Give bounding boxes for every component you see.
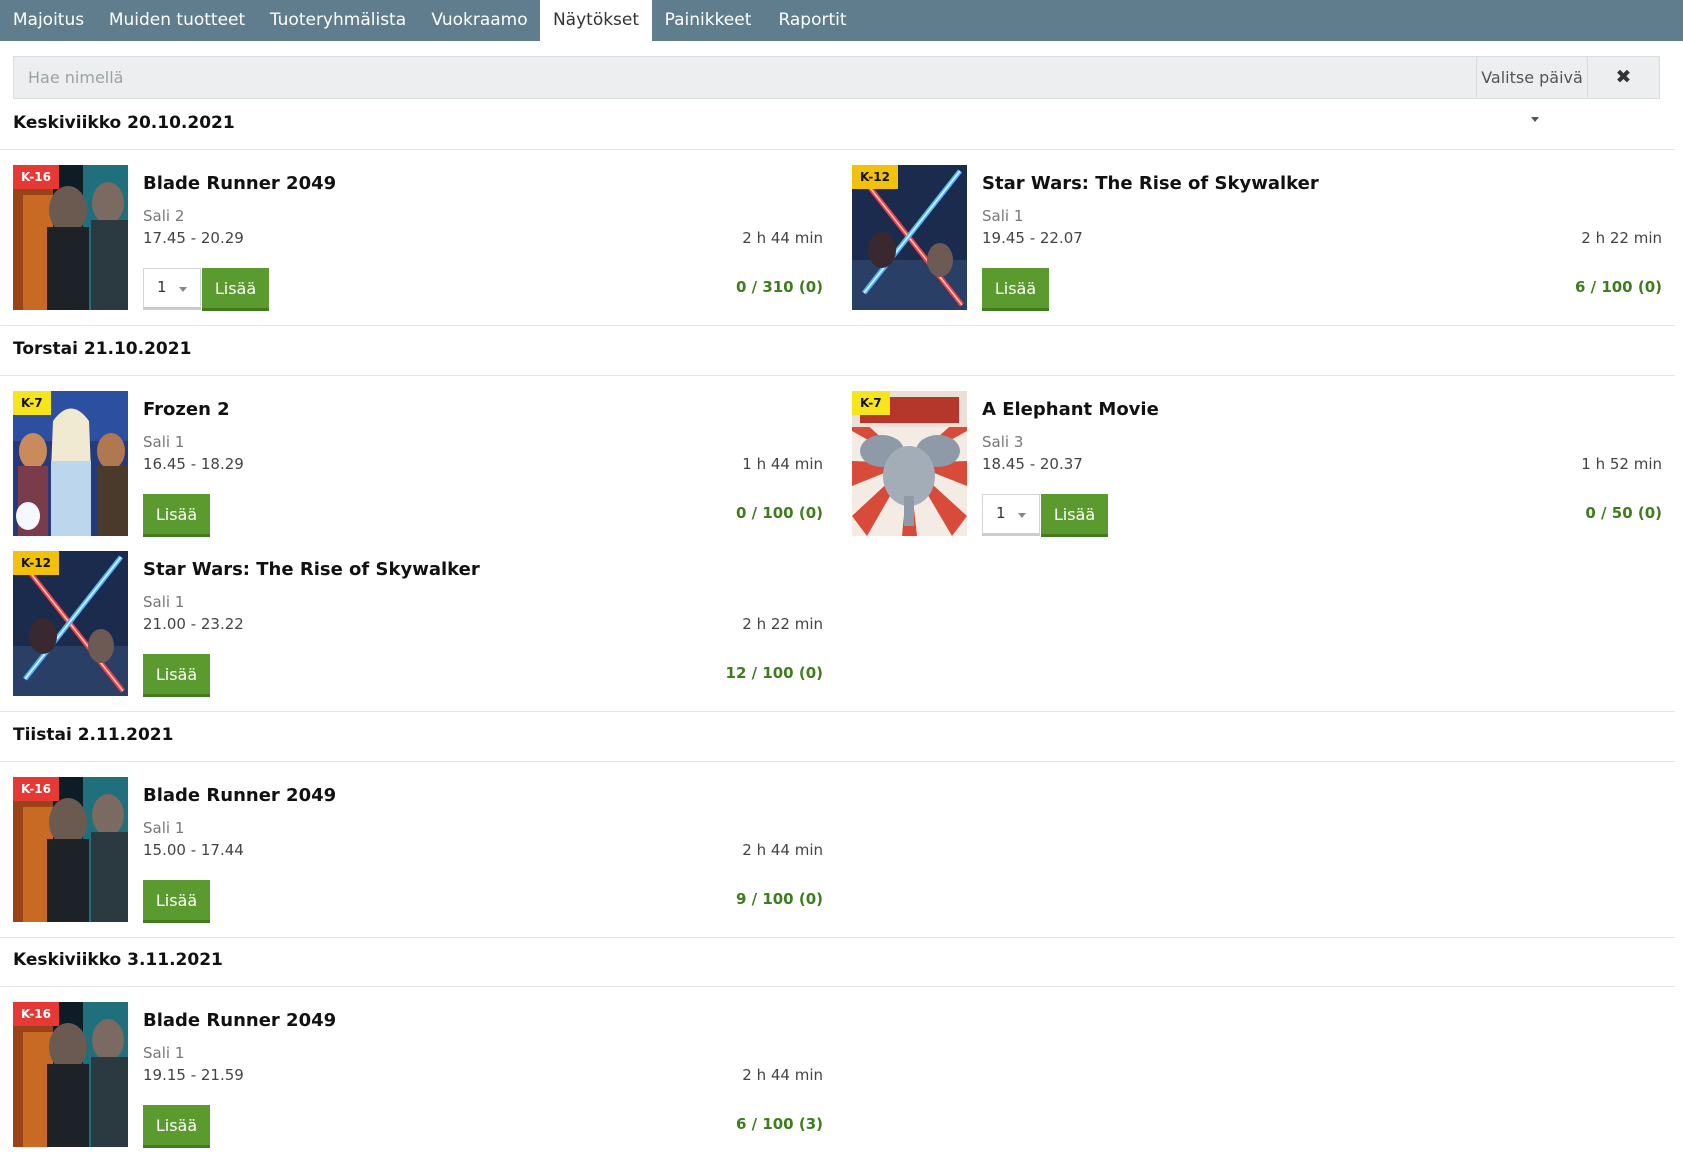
- seat-availability: 0 / 100 (0): [735, 504, 823, 522]
- quantity-value: 1: [157, 278, 167, 296]
- add-button[interactable]: Lisää: [1041, 494, 1108, 537]
- seat-availability: 0 / 50 (0): [1585, 504, 1662, 522]
- divider: [0, 986, 1675, 987]
- showing-card: K-16 Blade Runner 2049 Sali 1 19.15 - 21…: [13, 1002, 823, 1148]
- movie-title: Frozen 2: [143, 399, 230, 420]
- age-rating-badge: K-16: [13, 1002, 59, 1026]
- showing-card: K-7 A Elephant Movie Sali 3 18.45 - 20.3…: [852, 391, 1662, 537]
- movie-title: Star Wars: The Rise of Skywalker: [143, 559, 480, 580]
- show-time: 18.45 - 20.37: [982, 455, 1083, 473]
- day-header: Torstai 21.10.2021: [13, 339, 192, 359]
- age-rating-badge: K-16: [13, 777, 59, 801]
- show-time: 21.00 - 23.22: [143, 615, 244, 633]
- divider: [0, 937, 1675, 938]
- showing-card: K-16 Blade Runner 2049 Sali 1 15.00 - 17…: [13, 777, 823, 923]
- hall-name: Sali 1: [143, 433, 185, 451]
- day-header: Keskiviikko 3.11.2021: [13, 950, 223, 970]
- seat-availability: 0 / 310 (0): [735, 278, 823, 296]
- date-select-label: Valitse päivä: [1481, 68, 1583, 87]
- movie-title: A Elephant Movie: [982, 399, 1159, 420]
- add-button[interactable]: Lisää: [143, 494, 210, 537]
- duration: 2 h 44 min: [742, 841, 823, 859]
- movie-poster: K-12: [852, 165, 967, 310]
- hall-name: Sali 1: [143, 1044, 185, 1062]
- movie-poster: K-7: [13, 391, 128, 536]
- hall-name: Sali 1: [982, 207, 1024, 225]
- tab-vuokraamo[interactable]: Vuokraamo: [419, 0, 540, 41]
- seat-availability: 6 / 100 (3): [735, 1115, 823, 1133]
- quantity-value: 1: [996, 504, 1006, 522]
- hall-name: Sali 2: [143, 207, 185, 225]
- search-input[interactable]: [14, 57, 1476, 98]
- day-header: Keskiviikko 20.10.2021: [13, 113, 235, 133]
- hall-name: Sali 1: [143, 819, 185, 837]
- movie-poster: K-16: [13, 1002, 128, 1147]
- duration: 2 h 44 min: [742, 1066, 823, 1084]
- showing-card: K-12 Star Wars: The Rise of Skywalker Sa…: [852, 165, 1662, 311]
- movie-title: Star Wars: The Rise of Skywalker: [982, 173, 1319, 194]
- movie-poster: K-16: [13, 165, 128, 310]
- tab-tuoteryhmalista[interactable]: Tuoteryhmälista: [257, 0, 419, 41]
- divider: [0, 325, 1675, 326]
- age-rating-badge: K-12: [852, 165, 898, 189]
- divider: [0, 711, 1675, 712]
- divider: [0, 375, 1675, 376]
- quantity-select[interactable]: 1: [982, 494, 1040, 536]
- show-time: 19.45 - 22.07: [982, 229, 1083, 247]
- clear-search-button[interactable]: ✖: [1587, 57, 1659, 98]
- divider: [0, 149, 1675, 150]
- movie-title: Blade Runner 2049: [143, 785, 337, 806]
- add-button[interactable]: Lisää: [143, 880, 210, 923]
- age-rating-badge: K-7: [852, 391, 890, 415]
- tab-muiden-tuotteet[interactable]: Muiden tuotteet: [97, 0, 257, 41]
- add-button[interactable]: Lisää: [143, 654, 210, 697]
- duration: 1 h 44 min: [742, 455, 823, 473]
- duration: 2 h 44 min: [742, 229, 823, 247]
- showing-card: K-7 Frozen 2 Sali 1 16.45 - 18.29 1 h 44…: [13, 391, 823, 537]
- tab-naytokset[interactable]: Näytökset: [540, 0, 652, 41]
- tab-raportit[interactable]: Raportit: [764, 0, 861, 41]
- hall-name: Sali 1: [143, 593, 185, 611]
- seat-availability: 9 / 100 (0): [735, 890, 823, 908]
- search-bar: Valitse päivä ✖: [13, 56, 1660, 122]
- close-icon: ✖: [1615, 66, 1632, 88]
- top-navigation: Majoitus Muiden tuotteet Tuoteryhmälista…: [0, 0, 1683, 41]
- day-header: Tiistai 2.11.2021: [13, 725, 174, 745]
- hall-name: Sali 3: [982, 433, 1024, 451]
- chevron-down-icon: [1018, 513, 1026, 518]
- show-time: 16.45 - 18.29: [143, 455, 244, 473]
- showing-card: K-16 Blade Runner 2049 Sali 2 17.45 - 20…: [13, 165, 823, 311]
- add-button[interactable]: Lisää: [982, 268, 1049, 311]
- duration: 1 h 52 min: [1581, 455, 1662, 473]
- duration: 2 h 22 min: [742, 615, 823, 633]
- movie-title: Blade Runner 2049: [143, 173, 337, 194]
- chevron-down-icon: [179, 287, 187, 292]
- duration: 2 h 22 min: [1581, 229, 1662, 247]
- seat-availability: 6 / 100 (0): [1574, 278, 1662, 296]
- movie-title: Blade Runner 2049: [143, 1010, 337, 1031]
- movie-poster: K-7: [852, 391, 967, 536]
- tab-painikkeet[interactable]: Painikkeet: [652, 0, 764, 41]
- divider: [0, 761, 1675, 762]
- tab-majoitus[interactable]: Majoitus: [0, 0, 97, 41]
- add-button[interactable]: Lisää: [202, 268, 269, 311]
- showing-card: K-12 Star Wars: The Rise of Skywalker Sa…: [13, 551, 823, 697]
- movie-poster: K-16: [13, 777, 128, 922]
- age-rating-badge: K-7: [13, 391, 51, 415]
- age-rating-badge: K-12: [13, 551, 59, 575]
- show-time: 19.15 - 21.59: [143, 1066, 244, 1084]
- date-select-dropdown[interactable]: Valitse päivä: [1476, 57, 1587, 122]
- seat-availability: 12 / 100 (0): [725, 664, 823, 682]
- quantity-select[interactable]: 1: [143, 268, 201, 310]
- show-time: 15.00 - 17.44: [143, 841, 244, 859]
- show-time: 17.45 - 20.29: [143, 229, 244, 247]
- movie-poster: K-12: [13, 551, 128, 696]
- add-button[interactable]: Lisää: [143, 1105, 210, 1148]
- age-rating-badge: K-16: [13, 165, 59, 189]
